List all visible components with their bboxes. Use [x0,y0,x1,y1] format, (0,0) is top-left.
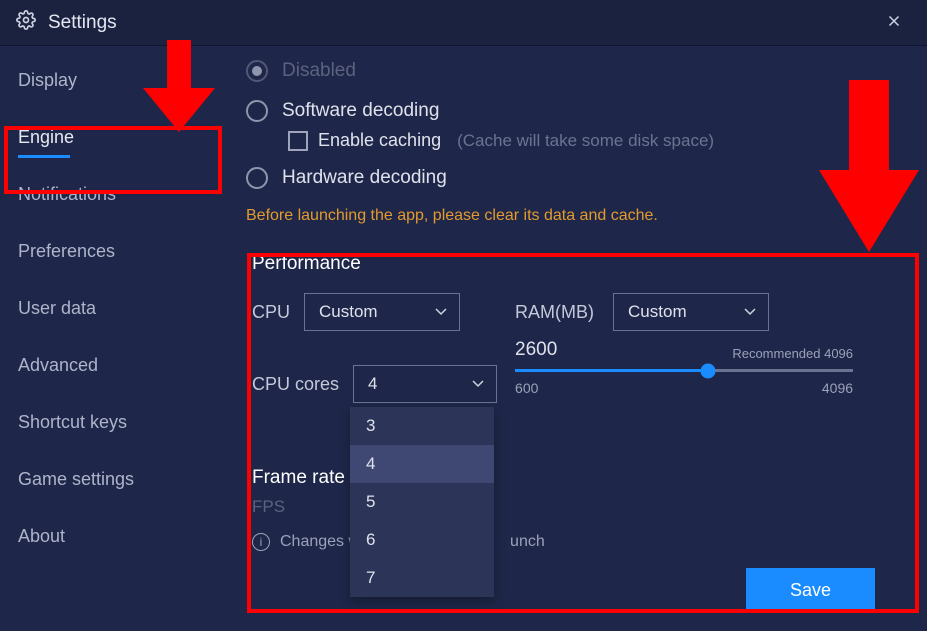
radio-icon [246,167,268,189]
radio-label: Hardware decoding [282,167,447,189]
cpu-cores-dropdown: 3 4 5 6 7 [350,407,494,597]
sidebar: Display Engine Notifications Preferences… [0,46,210,625]
performance-section: Performance CPU Custom CPU cores 4 [246,249,899,631]
gear-icon [16,10,36,35]
performance-title: Performance [252,253,893,275]
radio-label: Software decoding [282,100,439,122]
cpu-cores-select[interactable]: 4 [353,365,497,403]
changes-note: i Changes w unch [252,533,893,551]
changes-text-1: Changes w [280,533,360,551]
slider-thumb[interactable] [700,363,715,378]
changes-text-2: unch [510,533,545,551]
ram-min: 600 [515,380,538,396]
dropdown-option[interactable]: 5 [350,483,494,521]
cpu-select-value: Custom [319,302,378,321]
save-button[interactable]: Save [746,568,875,613]
checkbox-hint: (Cache will take some disk space) [457,131,714,151]
info-icon: i [252,533,270,551]
ram-select[interactable]: Custom [613,293,769,331]
slider-fill [515,369,708,372]
radio-icon [246,100,268,122]
sidebar-item-display[interactable]: Display [18,66,77,95]
cpu-select[interactable]: Custom [304,293,460,331]
radio-icon [246,60,268,82]
ram-label: RAM(MB) [515,302,599,323]
cpu-label: CPU [252,302,290,323]
sidebar-item-about[interactable]: About [18,522,65,551]
sidebar-item-preferences[interactable]: Preferences [18,237,115,266]
close-icon[interactable] [877,6,911,40]
checkbox-label: Enable caching [318,130,441,151]
caret-down-icon [435,308,447,316]
titlebar: Settings [0,0,927,46]
radio-software-row[interactable]: Software decoding [246,100,899,122]
checkbox-icon [288,131,308,151]
cpu-cores-value: 4 [368,374,377,393]
frame-rate-title: Frame rate [252,467,893,489]
dropdown-option[interactable]: 4 [350,445,494,483]
dropdown-option[interactable]: 3 [350,407,494,445]
slider-track [515,369,853,372]
radio-disabled-row[interactable]: Disabled [246,60,899,82]
radio-hardware-row[interactable]: Hardware decoding [246,167,899,189]
ram-slider[interactable] [515,369,853,372]
radio-label: Disabled [282,60,356,82]
ram-max: 4096 [822,380,853,396]
sidebar-item-game-settings[interactable]: Game settings [18,465,134,494]
ram-select-value: Custom [628,302,687,321]
sidebar-item-shortcut-keys[interactable]: Shortcut keys [18,408,127,437]
warning-text: Before launching the app, please clear i… [246,207,899,225]
ram-recommended: Recommended 4096 [732,346,853,361]
ram-current-value: 2600 [515,339,557,361]
cpu-cores-label: CPU cores [252,374,339,395]
dropdown-option[interactable]: 7 [350,559,494,597]
caret-down-icon [472,380,484,388]
sidebar-item-notifications[interactable]: Notifications [18,180,116,209]
dropdown-option[interactable]: 6 [350,521,494,559]
sidebar-item-user-data[interactable]: User data [18,294,96,323]
window-title: Settings [48,12,117,34]
sidebar-item-advanced[interactable]: Advanced [18,351,98,380]
main-panel: Disabled Software decoding Enable cachin… [210,46,927,625]
enable-caching-row[interactable]: Enable caching (Cache will take some dis… [288,130,899,151]
sidebar-item-engine[interactable]: Engine [18,123,74,152]
fps-label: FPS [252,497,893,517]
caret-down-icon [744,308,756,316]
